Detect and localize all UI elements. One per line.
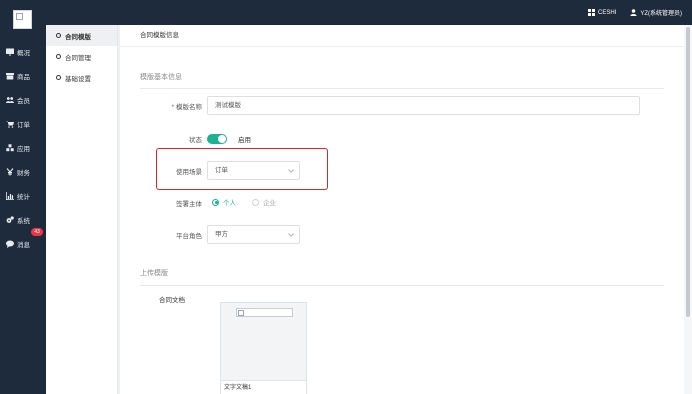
scene-select-value: 订单 bbox=[215, 167, 228, 174]
signer-radio-label: 个人 bbox=[223, 200, 236, 207]
sidebar-item-apps[interactable]: 应用 bbox=[0, 136, 46, 160]
sidebar-item-stats[interactable]: 统计 bbox=[0, 184, 46, 208]
signer-radio-enterprise[interactable]: 企业 bbox=[252, 197, 276, 207]
chat-icon bbox=[6, 240, 14, 248]
status-label: 状态 bbox=[189, 137, 202, 144]
users-icon bbox=[6, 97, 14, 103]
section-divider bbox=[140, 88, 664, 89]
main-nav: 概况 商品 会员 订单 应用 财务 统计 系统 消息 43 bbox=[0, 40, 46, 256]
signer-radio-personal[interactable]: 个人 bbox=[212, 197, 236, 207]
gears-icon bbox=[6, 216, 14, 223]
chevron-down-icon bbox=[288, 167, 294, 173]
contract-doc-card[interactable]: 文字文稿1 bbox=[220, 302, 307, 394]
top-bar: CESHI YZ(系统管理员) bbox=[0, 0, 692, 25]
radio-dot bbox=[212, 198, 219, 206]
signer-label: 签署主体 bbox=[176, 201, 202, 208]
scene-select[interactable]: 订单 bbox=[207, 161, 300, 180]
sidebar-item-label: 系统 bbox=[17, 218, 30, 225]
circle-icon bbox=[56, 33, 61, 38]
workspace-label: CESHI bbox=[597, 9, 617, 16]
radio-dot bbox=[252, 198, 259, 206]
monitor-icon bbox=[6, 48, 14, 56]
sidebar-item-overview[interactable]: 概况 bbox=[0, 40, 46, 64]
basic-info-section-title: 模版基本信息 bbox=[140, 74, 182, 81]
doc-name: 文字文稿1 bbox=[221, 380, 306, 394]
scene-label: 使用场景 bbox=[176, 169, 202, 176]
user-menu[interactable]: YZ(系统管理员) bbox=[630, 8, 682, 17]
template-name-label-text: 模版名称 bbox=[176, 104, 202, 111]
chevron-down-icon bbox=[288, 231, 294, 237]
platform-role-label: 平台角色 bbox=[176, 233, 202, 240]
main-panel: 合同模版信息 bbox=[120, 25, 684, 394]
sidebar-item-label: 应用 bbox=[17, 146, 30, 153]
platform-role-select-value: 甲方 bbox=[215, 231, 228, 238]
subnav-item-contract-template[interactable]: 合同模版 bbox=[46, 25, 117, 46]
subnav-item-label: 合同管理 bbox=[65, 54, 91, 62]
subnav-item-contract-management[interactable]: 合同管理 bbox=[46, 46, 117, 67]
sidebar-item-orders[interactable]: 订单 bbox=[0, 112, 46, 136]
scrollbar-thumb[interactable] bbox=[686, 27, 690, 317]
signer-radio-label: 企业 bbox=[263, 200, 276, 207]
section-divider bbox=[140, 285, 664, 286]
circle-icon bbox=[56, 54, 61, 59]
top-bar-actions: CESHI YZ(系统管理员) bbox=[587, 0, 682, 25]
sidebar-item-members[interactable]: 会员 bbox=[0, 88, 46, 112]
sidebar-item-label: 财务 bbox=[17, 170, 30, 177]
breadcrumb: 合同模版信息 bbox=[120, 25, 684, 47]
vertical-scrollbar[interactable] bbox=[684, 25, 692, 394]
circle-icon bbox=[56, 75, 61, 80]
box-icon bbox=[6, 73, 14, 80]
sub-sidebar: 合同模版 合同管理 基础设置 bbox=[46, 25, 118, 394]
logo-image[interactable] bbox=[13, 10, 32, 29]
doc-thumbnail bbox=[236, 308, 293, 317]
yen-icon bbox=[6, 168, 14, 176]
required-mark: * bbox=[171, 104, 174, 111]
user-label: YZ(系统管理员) bbox=[640, 11, 682, 17]
status-value: 启用 bbox=[238, 137, 251, 144]
status-toggle[interactable] bbox=[207, 134, 227, 144]
sidebar-item-label: 概况 bbox=[17, 50, 30, 57]
contract-doc-label: 合同文档 bbox=[159, 297, 185, 304]
sidebar-item-goods[interactable]: 商品 bbox=[0, 64, 46, 88]
sidebar-item-label: 消息 bbox=[17, 242, 30, 249]
subnav-item-label: 合同模版 bbox=[65, 33, 91, 41]
template-name-input[interactable]: 测试模版 bbox=[207, 96, 640, 115]
upload-section-title: 上传模版 bbox=[140, 270, 168, 277]
message-count-badge: 43 bbox=[31, 228, 43, 236]
cubes-icon bbox=[6, 144, 14, 152]
subnav-item-label: 基础设置 bbox=[65, 75, 91, 83]
workspace-switcher[interactable]: CESHI bbox=[587, 9, 617, 16]
template-name-label: * 模版名称 bbox=[118, 101, 202, 111]
subnav-item-basic-settings[interactable]: 基础设置 bbox=[46, 67, 117, 88]
user-icon bbox=[630, 9, 637, 16]
sidebar-item-messages[interactable]: 消息 43 bbox=[0, 228, 46, 256]
sidebar-item-label: 商品 bbox=[17, 74, 30, 81]
platform-role-select[interactable]: 甲方 bbox=[207, 225, 300, 244]
grid-icon bbox=[587, 9, 595, 16]
sidebar-item-finance[interactable]: 财务 bbox=[0, 160, 46, 184]
sidebar-item-label: 统计 bbox=[17, 194, 30, 201]
main-sidebar: 概况 商品 会员 订单 应用 财务 统计 系统 消息 43 bbox=[0, 0, 46, 394]
cart-icon bbox=[6, 121, 14, 128]
sidebar-item-label: 会员 bbox=[17, 98, 30, 105]
sidebar-item-label: 订单 bbox=[17, 122, 30, 129]
bar-chart-icon bbox=[6, 192, 14, 200]
